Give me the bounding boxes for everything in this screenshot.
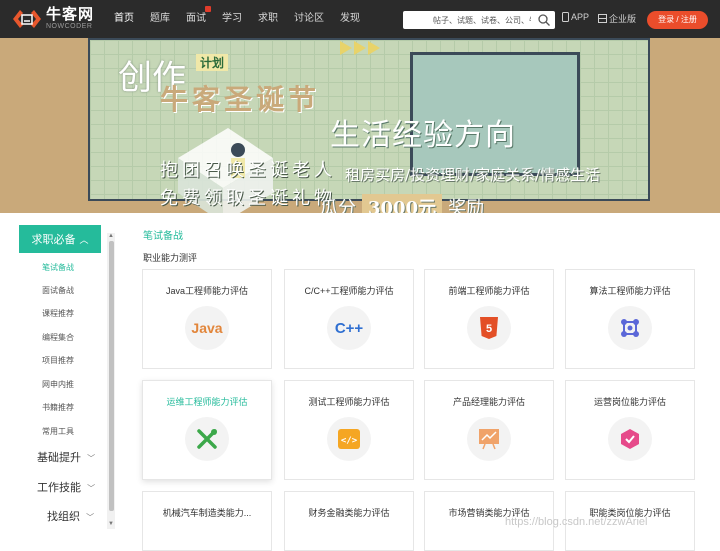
scroll-up-icon[interactable]: ▲ — [108, 233, 114, 239]
card-title: 机械汽车制造类能力... — [162, 508, 252, 518]
card-java[interactable]: Java工程师能力评估 Java — [142, 269, 272, 369]
banner-direction-text: 生活经验方向 — [330, 118, 516, 153]
nav-interview[interactable]: 面试 — [178, 0, 214, 38]
login-button[interactable]: 登录 / 注册 — [647, 11, 708, 29]
top-nav: 牛客网 NOWCODER 首页 题库 面试 学习 求职 讨论区 发现 APP 企… — [0, 0, 720, 38]
chart-board-icon — [467, 417, 511, 461]
sidebar-group-basics[interactable]: 基础提升 ﹀ — [37, 449, 95, 465]
card-title: 算法工程师能力评估 — [589, 286, 671, 296]
chevron-down-icon: ﹀ — [86, 513, 95, 522]
svg-text:</>: </> — [341, 436, 358, 446]
nav-home[interactable]: 首页 — [106, 0, 142, 38]
share-amount: 3000元 — [362, 194, 443, 213]
banner-plan-text: 计划 — [196, 54, 229, 71]
card-product[interactable]: 产品经理能力评估 — [424, 380, 554, 480]
wrench-icon — [185, 417, 229, 461]
card-ops[interactable]: 运维工程师能力评估 — [142, 380, 272, 480]
nav-discover[interactable]: 发现 — [332, 0, 368, 38]
share-prefix: 瓜分 — [320, 198, 356, 213]
section-subtitle: 职业能力测评 — [143, 253, 198, 263]
new-badge-icon — [205, 6, 211, 12]
code-window-icon: </> — [327, 417, 371, 461]
search-input[interactable] — [403, 12, 531, 28]
algorithm-icon — [608, 306, 652, 350]
card-testing[interactable]: 测试工程师能力评估 </> — [284, 380, 414, 480]
banner-topics: 租房买房/投资理财/家庭关系/情感生活 — [345, 166, 601, 184]
svg-text:5: 5 — [486, 323, 492, 335]
card-title: 运营岗位能力评估 — [593, 397, 666, 407]
sidebar-item-courses[interactable]: 课程推荐 — [42, 308, 74, 319]
sidebar-group-label: 基础提升 — [37, 452, 81, 464]
operation-icon — [608, 417, 652, 461]
card-title: 前端工程师能力评估 — [448, 286, 530, 296]
app-link[interactable]: APP — [562, 12, 589, 22]
html5-icon: 5 — [467, 306, 511, 350]
card-title: Java工程师能力评估 — [165, 286, 248, 296]
watermark: https://blog.csdn.net/zzwAriel — [505, 516, 648, 528]
sidebar-item-coding[interactable]: 编程集合 — [42, 332, 74, 343]
enterprise-label: 企业版 — [609, 14, 637, 24]
card-mechanical[interactable]: 机械汽车制造类能力... — [142, 491, 272, 551]
card-title: 测试工程师能力评估 — [308, 397, 390, 407]
card-frontend[interactable]: 前端工程师能力评估 5 — [424, 269, 554, 369]
sidebar-item-written-test[interactable]: 笔试备战 — [42, 262, 74, 273]
card-algorithm[interactable]: 算法工程师能力评估 — [565, 269, 695, 369]
chevron-down-icon: ﹀ — [87, 454, 96, 463]
building-icon — [598, 14, 607, 23]
chevron-up-icon: ︿ — [79, 234, 89, 245]
card-title: C/C++工程师能力评估 — [304, 286, 394, 296]
cpp-icon: C++ — [327, 306, 371, 350]
chevron-down-icon: ﹀ — [87, 484, 96, 493]
sidebar-group-label: 找组织 — [47, 511, 80, 523]
sidebar-head-label: 求职必备 — [31, 234, 76, 246]
card-title: 运维工程师能力评估 — [166, 397, 248, 407]
sidebar-group-label: 工作技能 — [37, 482, 81, 494]
banner-share: 瓜分 3000元 奖励 — [320, 194, 484, 213]
search-box — [403, 11, 555, 29]
card-title: 财务金融类能力评估 — [308, 508, 390, 518]
java-icon: Java — [185, 306, 229, 350]
banner-xmas-text: 牛客圣诞节 — [160, 83, 321, 116]
sidebar-scrollbar-thumb[interactable] — [109, 241, 114, 511]
nav-interview-label: 面试 — [186, 13, 206, 24]
promo-banner[interactable]: 创作 计划 牛客圣诞节 生活经验方向 抱团召唤圣诞老人 免费领取圣诞礼物 租房买… — [0, 38, 720, 213]
card-finance[interactable]: 财务金融类能力评估 — [284, 491, 414, 551]
card-title: 产品经理能力评估 — [452, 397, 525, 407]
app-label: APP — [571, 12, 590, 22]
sidebar-head-job-prep[interactable]: 求职必备 ︿ — [19, 225, 101, 253]
card-cpp[interactable]: C/C++工程师能力评估 C++ — [284, 269, 414, 369]
logo-text: 牛客网 — [46, 6, 95, 23]
nav-question-bank[interactable]: 题库 — [142, 0, 178, 38]
nav-jobs[interactable]: 求职 — [250, 0, 286, 38]
banner-line1: 抱团召唤圣诞老人 — [160, 160, 336, 181]
search-icon[interactable] — [537, 13, 551, 27]
sidebar-item-referrals[interactable]: 网申内推 — [42, 379, 74, 390]
sidebar-item-books[interactable]: 书籍推荐 — [42, 402, 74, 413]
share-suffix: 奖励 — [448, 198, 485, 213]
sidebar-item-interview[interactable]: 面试备战 — [42, 285, 74, 296]
section-title: 笔试备战 — [143, 231, 183, 242]
logo-icon — [13, 10, 41, 28]
sidebar-item-projects[interactable]: 项目推荐 — [42, 355, 74, 366]
logo-subtext: NOWCODER — [46, 23, 93, 30]
nav-learn[interactable]: 学习 — [214, 0, 250, 38]
left-sidebar: 求职必备 ︿ 笔试备战 面试备战 课程推荐 编程集合 项目推荐 网申内推 书籍推… — [0, 213, 120, 541]
card-operations[interactable]: 运营岗位能力评估 — [565, 380, 695, 480]
main-nav: 首页 题库 面试 学习 求职 讨论区 发现 — [106, 0, 368, 38]
arrow-decoration-icon — [340, 41, 382, 55]
sidebar-item-tools[interactable]: 常用工具 — [42, 426, 74, 437]
phone-icon — [562, 12, 569, 22]
banner-line2: 免费领取圣诞礼物 — [160, 188, 336, 209]
sidebar-group-org[interactable]: 找组织 ﹀ — [47, 508, 94, 524]
nav-discussion[interactable]: 讨论区 — [286, 0, 332, 38]
enterprise-link[interactable]: 企业版 — [598, 12, 636, 25]
sidebar-group-skills[interactable]: 工作技能 ﹀ — [37, 479, 95, 495]
logo[interactable]: 牛客网 NOWCODER — [10, 0, 102, 38]
scroll-down-icon[interactable]: ▼ — [108, 521, 114, 527]
